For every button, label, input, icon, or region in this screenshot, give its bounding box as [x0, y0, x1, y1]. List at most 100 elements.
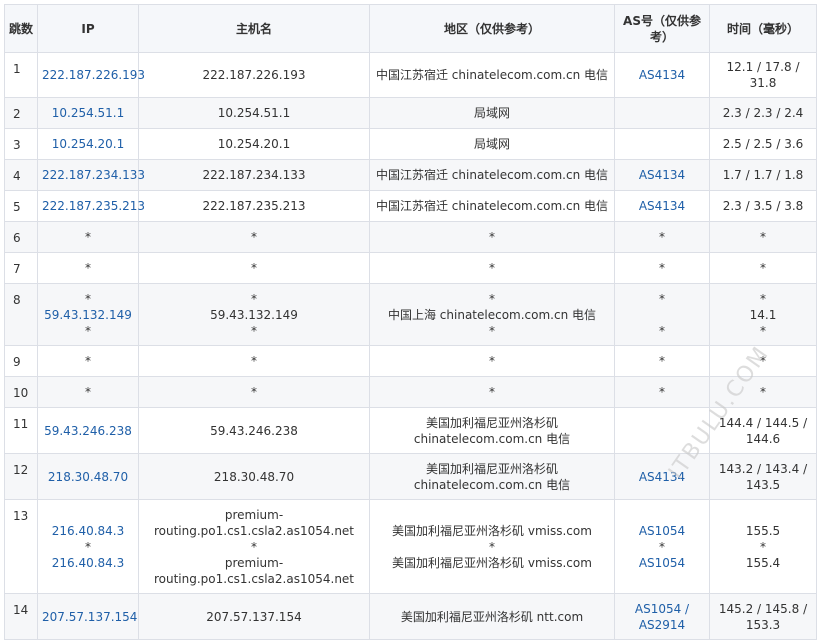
time-cell: 143.2 / 143.4 /143.5 [709, 453, 817, 500]
time-cell: 2.3 / 3.5 / 3.8 [709, 190, 817, 222]
region-text: 中国江苏宿迁 chinatelecom.com.cn 电信 [375, 168, 609, 182]
ip-link[interactable]: 216.40.84.3 [42, 555, 134, 571]
as-link[interactable]: AS4134 [619, 198, 705, 214]
as-text: * [659, 261, 665, 275]
region-cell: * [369, 345, 615, 377]
hostname-cell: 10.254.51.1 [138, 97, 370, 129]
as-cell: * * [614, 283, 710, 346]
time-text: 155.5 [745, 523, 781, 538]
region-text: * [489, 230, 495, 244]
as-link[interactable]: AS1054 / [619, 601, 705, 617]
ip-link[interactable]: 207.57.137.154 [42, 609, 137, 625]
ip-cell: 222.187.234.133 [37, 159, 145, 191]
hostname-text: premium- [224, 555, 284, 570]
region-text: chinatelecom.com.cn 电信 [413, 431, 571, 446]
region-text: 中国江苏宿迁 chinatelecom.com.cn 电信 [375, 68, 609, 82]
ip-cell: 218.30.48.70 [37, 453, 139, 500]
hostname-text: * [251, 385, 257, 399]
table-row: 6 * * * * * [4, 221, 817, 253]
time-text: * [760, 323, 766, 338]
ip-cell: * [37, 376, 139, 408]
region-cell: * [369, 376, 615, 408]
hostname-text: 59.43.246.238 [210, 423, 298, 438]
ip-text: * [85, 261, 91, 275]
table-row: 8 * 59.43.132.149 * * 59.43.132.149 * * 中国上海 chi… [4, 283, 817, 346]
time-text: 145.2 / 145.8 / [718, 601, 808, 616]
hop-cell: 8 [4, 283, 38, 346]
region-text: 美国加利福尼亚州洛杉矶 [425, 415, 558, 430]
hop-cell: 6 [4, 221, 38, 253]
time-text: 12.1 / 17.8 / 31.8 [726, 60, 800, 90]
header-as: AS号（仅供参考） [614, 4, 710, 53]
ip-cell: 222.187.226.193 [37, 52, 145, 98]
ip-link[interactable]: 222.187.234.133 [42, 167, 145, 183]
region-text: 美国加利福尼亚州洛杉矶 vmiss.com [392, 555, 592, 570]
hostname-cell: * 59.43.132.149 * [138, 283, 370, 346]
time-text: 2.3 / 3.5 / 3.8 [722, 199, 804, 213]
time-text: 2.3 / 2.3 / 2.4 [722, 106, 804, 120]
time-cell: 2.3 / 2.3 / 2.4 [709, 97, 817, 129]
hostname-text: * [251, 539, 257, 554]
ip-link[interactable]: 218.30.48.70 [42, 469, 134, 485]
hostname-text: 207.57.137.154 [206, 609, 302, 624]
as-text: * [659, 354, 665, 368]
region-text: * [489, 385, 495, 399]
hostname-cell: premium-routing.po1.cs1.csla2.as1054.net… [138, 499, 370, 594]
ip-link[interactable]: 222.187.226.193 [42, 67, 145, 83]
as-cell: AS4134 [614, 159, 710, 191]
as-link[interactable]: AS4134 [619, 67, 705, 83]
time-text: * [760, 539, 766, 554]
as-cell: * [614, 345, 710, 377]
region-text: * [489, 354, 495, 368]
ip-cell: 207.57.137.154 [37, 593, 139, 640]
region-text: 中国上海 chinatelecom.com.cn 电信 [387, 307, 597, 322]
hostname-text: * [251, 354, 257, 368]
region-cell: 美国加利福尼亚州洛杉矶 chinatelecom.com.cn 电信 [369, 407, 615, 454]
hostname-text: 222.187.226.193 [202, 68, 306, 82]
hop-cell: 9 [4, 345, 38, 377]
hostname-text: 222.187.235.213 [202, 199, 306, 213]
region-cell: 局域网 [369, 128, 615, 160]
hostname-cell: * [138, 221, 370, 253]
time-cell: * [709, 252, 817, 284]
table-row: 10 * * * * * [4, 376, 817, 408]
as-link[interactable]: AS1054 [619, 555, 705, 571]
ip-link[interactable]: 59.43.132.149 [42, 307, 134, 323]
ip-text: * [85, 354, 91, 368]
ip-link[interactable]: 216.40.84.3 [42, 523, 134, 539]
region-text: 局域网 [473, 137, 510, 151]
as-link[interactable]: AS1054 [619, 523, 705, 539]
table-row: 2 10.254.51.1 10.254.51.1 局域网 2.3 / 2.3 / 2… [4, 97, 817, 129]
hostname-text: routing.po1.cs1.csla2.as1054.net [153, 571, 355, 586]
as-link[interactable]: AS2914 [619, 617, 705, 633]
region-text: * [489, 291, 495, 306]
time-cell: * [709, 221, 817, 253]
time-text: 2.5 / 2.5 / 3.6 [722, 137, 804, 151]
ip-text: * [85, 230, 91, 244]
ip-link[interactable]: 59.43.246.238 [42, 423, 134, 439]
time-cell: 145.2 / 145.8 /153.3 [709, 593, 817, 640]
table-row: 5 222.187.235.213 222.187.235.213 中国江苏宿迁 ch… [4, 190, 817, 222]
as-link[interactable]: AS4134 [619, 167, 705, 183]
ip-link[interactable]: 222.187.235.213 [42, 198, 145, 214]
as-text: * [659, 385, 665, 399]
time-text: 1.7 / 1.7 / 1.8 [722, 168, 804, 182]
region-text: 美国加利福尼亚州洛杉矶 vmiss.com [392, 523, 592, 538]
ip-link[interactable]: 10.254.51.1 [42, 105, 134, 121]
hop-cell: 7 [4, 252, 38, 284]
header-row: 跳数 IP 主机名 地区（仅供参考） AS号（仅供参考） 时间（毫秒） [4, 4, 817, 53]
traceroute-table: 跳数 IP 主机名 地区（仅供参考） AS号（仅供参考） 时间（毫秒） 1 222… [4, 4, 817, 640]
time-text: 155.4 [745, 555, 781, 570]
hostname-cell: 207.57.137.154 [138, 593, 370, 640]
ip-link[interactable]: 10.254.20.1 [42, 136, 134, 152]
as-cell: AS1054 * AS1054 [614, 499, 710, 594]
region-text: 美国加利福尼亚州洛杉矶 [425, 461, 558, 476]
table-row: 9 * * * * * [4, 345, 817, 377]
as-cell: AS4134 [614, 190, 710, 222]
hostname-cell: * [138, 252, 370, 284]
region-text: 局域网 [473, 106, 510, 120]
hostname-text: * [251, 291, 257, 306]
hop-cell: 11 [4, 407, 38, 454]
ip-cell: 222.187.235.213 [37, 190, 145, 222]
as-text: * [659, 539, 665, 554]
